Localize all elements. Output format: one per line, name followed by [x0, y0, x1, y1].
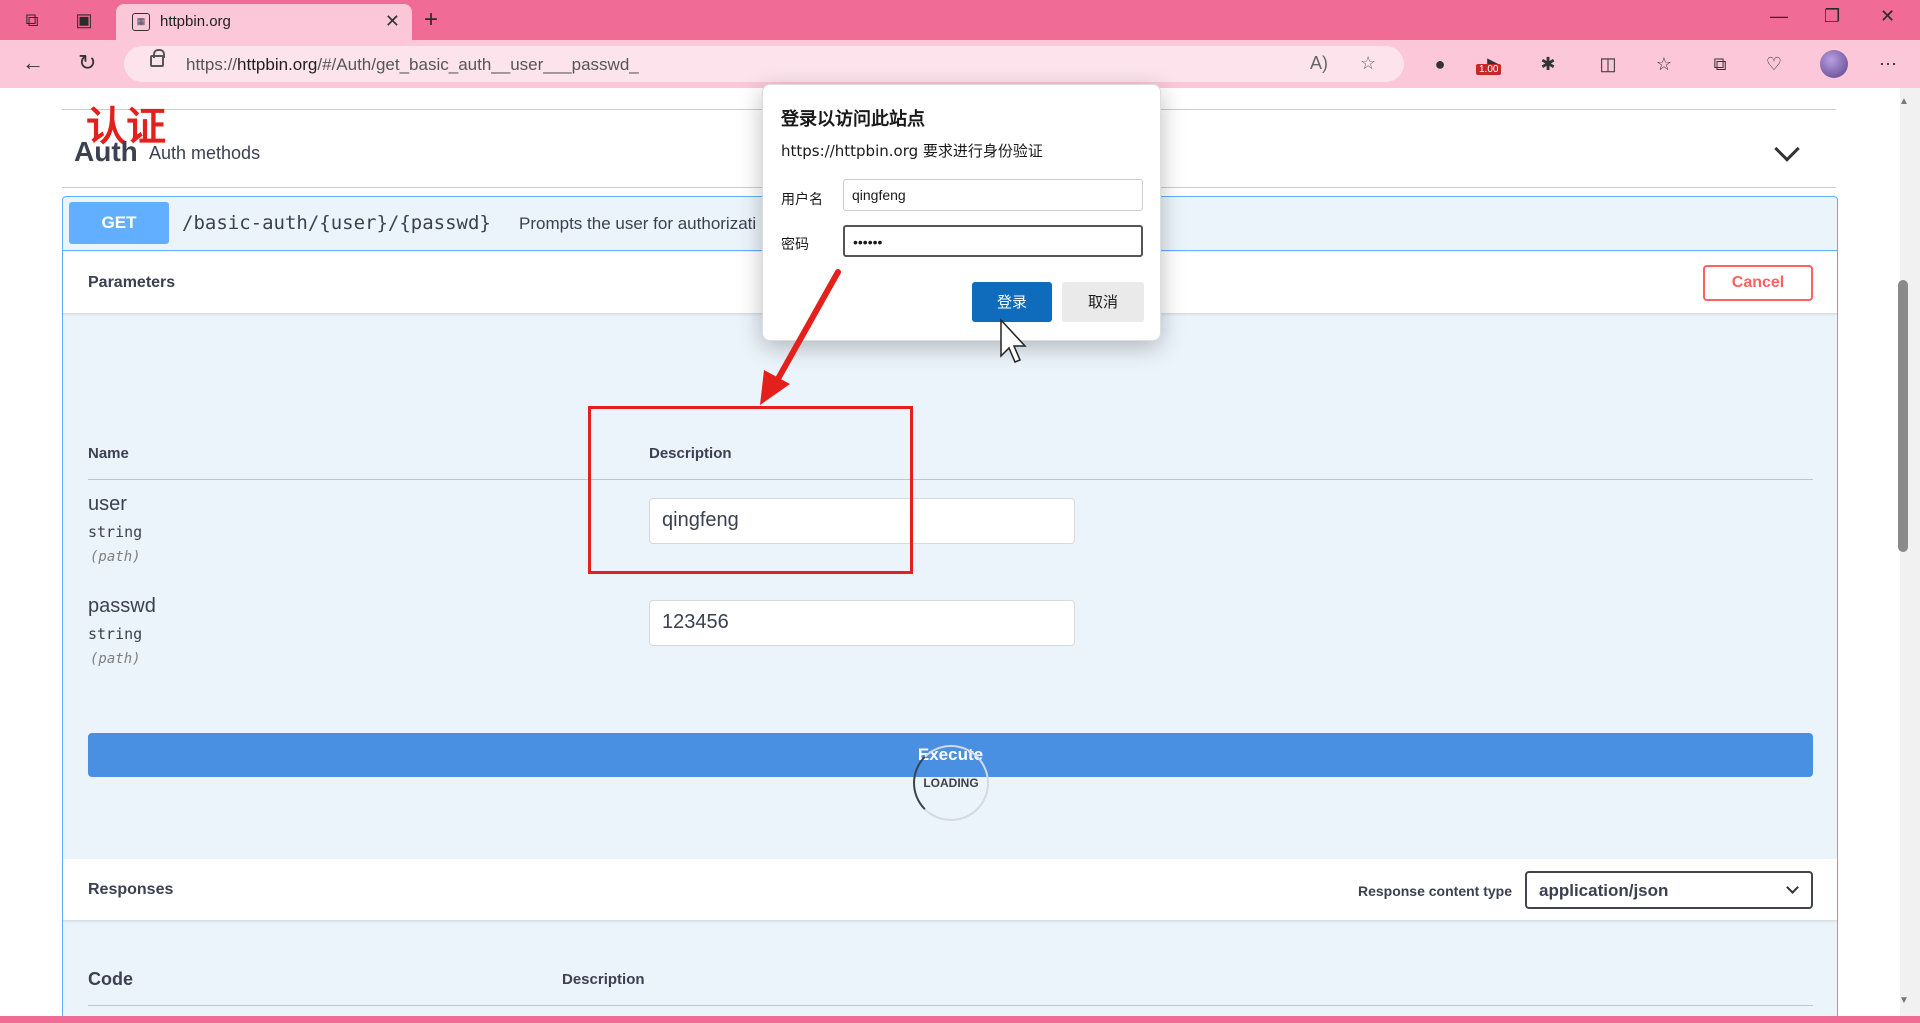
- parameters-title: Parameters: [88, 274, 176, 291]
- scrollbar-track[interactable]: [1900, 88, 1920, 1018]
- address-bar[interactable]: https://httpbin.org/#/Auth/get_basic_aut…: [124, 46, 1404, 82]
- scrollbar-thumb[interactable]: [1898, 280, 1908, 552]
- operation-summary-text: Prompts the user for authorizati: [519, 214, 757, 233]
- close-tab-icon[interactable]: ✕: [385, 11, 400, 32]
- param-in-passwd: (path): [90, 651, 141, 667]
- dialog-cancel-button[interactable]: 取消: [1062, 282, 1144, 322]
- minimize-icon[interactable]: —: [1770, 6, 1788, 27]
- content-type-select[interactable]: application/json: [1525, 871, 1813, 909]
- extensions-puzzle-icon[interactable]: ✱: [1536, 52, 1560, 76]
- url-host: httpbin.org: [237, 55, 318, 74]
- param-name-passwd: passwd: [88, 595, 156, 617]
- chevron-down-icon[interactable]: [1774, 136, 1800, 162]
- tab-bar: ⧉ ▣ ▦ httpbin.org ✕ + — ❐ ✕: [0, 0, 1920, 40]
- extension-colorful-icon[interactable]: ●: [1428, 52, 1452, 76]
- column-name: Name: [88, 445, 129, 462]
- responses-title: Responses: [88, 881, 174, 898]
- more-menu-icon[interactable]: ⋯: [1876, 52, 1900, 76]
- param-type-passwd: string: [88, 625, 143, 643]
- split-screen-icon[interactable]: ◫: [1596, 52, 1620, 76]
- scroll-down-icon[interactable]: ▼: [1899, 995, 1909, 1006]
- back-icon[interactable]: ←: [22, 50, 44, 76]
- param-name-user: user: [88, 493, 127, 515]
- column-response-description: Description: [562, 971, 645, 988]
- collections-icon[interactable]: ⧉: [1708, 52, 1732, 76]
- restore-icon[interactable]: ❐: [1824, 6, 1840, 27]
- method-badge: GET: [69, 202, 169, 244]
- responses-header: Responses Response content type applicat…: [63, 859, 1837, 921]
- window-border: [0, 1016, 1920, 1023]
- new-tab-icon[interactable]: +: [424, 6, 438, 34]
- section-description: Auth methods: [149, 143, 261, 163]
- favorite-star-icon[interactable]: ☆: [1360, 53, 1376, 74]
- vertical-tabs-icon[interactable]: ▣: [72, 8, 96, 32]
- read-aloud-icon[interactable]: A): [1310, 53, 1328, 74]
- url-text[interactable]: https://httpbin.org/#/Auth/get_basic_aut…: [186, 55, 639, 75]
- favicon-icon: ▦: [132, 13, 150, 31]
- annotation-box-params: [588, 406, 913, 574]
- column-code: Code: [88, 969, 133, 989]
- content-type-value: application/json: [1539, 881, 1669, 900]
- url-scheme: https://: [186, 55, 238, 74]
- favorites-icon[interactable]: ☆: [1652, 52, 1676, 76]
- cancel-button[interactable]: Cancel: [1703, 265, 1813, 301]
- param-in-user: (path): [90, 549, 141, 565]
- password-label: 密码: [781, 237, 809, 253]
- divider: [88, 1005, 1813, 1006]
- content-type-label: Response content type: [1357, 883, 1512, 899]
- dialog-subtitle: https://httpbin.org 要求进行身份验证: [781, 142, 1043, 160]
- login-dialog: 登录以访问此站点 https://httpbin.org 要求进行身份验证 用户…: [762, 84, 1161, 341]
- param-type-user: string: [88, 523, 143, 541]
- lock-icon[interactable]: [150, 49, 165, 67]
- dialog-title: 登录以访问此站点: [781, 109, 925, 130]
- nav-bar: ← ↻ https://httpbin.org/#/Auth/get_basic…: [0, 40, 1920, 88]
- chevron-down-icon: [1786, 881, 1799, 894]
- close-window-icon[interactable]: ✕: [1880, 6, 1895, 27]
- extension-badge: 1.00: [1476, 64, 1502, 75]
- browser-essentials-icon[interactable]: ♡: [1762, 52, 1786, 76]
- workspaces-icon[interactable]: ⧉: [20, 8, 44, 32]
- tab-title: httpbin.org: [160, 13, 231, 30]
- refresh-icon[interactable]: ↻: [78, 50, 96, 76]
- divider: [88, 479, 1813, 480]
- tab-httpbin[interactable]: ▦ httpbin.org ✕: [116, 4, 412, 40]
- username-field[interactable]: qingfeng: [843, 179, 1143, 211]
- scroll-up-icon[interactable]: ▲: [1899, 96, 1909, 107]
- url-path: /#/Auth/get_basic_auth__user___passwd_: [317, 55, 639, 74]
- password-field[interactable]: ••••••: [843, 225, 1143, 257]
- login-button[interactable]: 登录: [972, 282, 1052, 322]
- passwd-input[interactable]: 123456: [649, 600, 1075, 646]
- username-label: 用户名: [781, 192, 823, 208]
- profile-avatar[interactable]: [1820, 50, 1848, 78]
- operation-path: /basic-auth/{user}/{passwd}: [182, 212, 491, 234]
- loading-spinner: LOADING: [913, 745, 989, 821]
- section-title[interactable]: Auth: [74, 136, 138, 168]
